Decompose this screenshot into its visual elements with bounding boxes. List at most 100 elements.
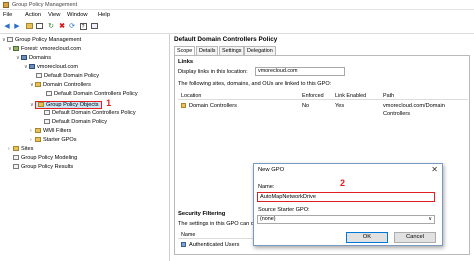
menu-window[interactable]: Window xyxy=(67,12,88,18)
row-path: vmorecloud.com/Domain Controllers xyxy=(383,103,445,117)
starter-gpo-value: (none) xyxy=(260,216,276,222)
annotation-number-2: 2 xyxy=(340,178,346,188)
col-link-enabled[interactable]: Link Enabled xyxy=(335,92,366,100)
tree-modeling[interactable]: Group Policy Modeling xyxy=(13,154,77,162)
gpo-title: Default Domain Controllers Policy xyxy=(174,36,278,43)
back-icon[interactable]: ◀ xyxy=(3,23,11,31)
tree-forest[interactable]: ∨ Forest: vmorecloud.com xyxy=(8,45,81,53)
properties-icon[interactable] xyxy=(90,23,98,31)
selected-node-highlight[interactable]: Group Policy Objects xyxy=(35,101,102,109)
tab-details[interactable]: Details xyxy=(196,46,219,55)
up-folder-icon[interactable] xyxy=(25,23,33,31)
display-links-label: Display links in this location: xyxy=(178,69,248,75)
tree-default-domain-policy-label: Default Domain Policy xyxy=(44,73,100,79)
folder-icon xyxy=(35,137,41,142)
console-tree: ∨ Group Policy Management ∨ Forest: vmorec… xyxy=(0,34,170,261)
help-icon[interactable]: ? xyxy=(79,23,87,31)
menu-action[interactable]: Action xyxy=(25,12,41,18)
gpo-name-value: AutoMapNetworkDrive xyxy=(260,194,316,200)
gpmc-app-icon xyxy=(3,2,9,8)
tree-sites-label: Sites xyxy=(21,146,34,152)
tree-domain[interactable]: ∨ vmorecloud.com xyxy=(24,63,78,71)
menu-help[interactable]: Help xyxy=(98,12,110,18)
display-links-select[interactable]: vmorecloud.com xyxy=(255,67,345,76)
tree-gpo-domain-policy-label: Default Domain Policy xyxy=(52,119,108,125)
folder-icon xyxy=(38,102,44,107)
row-location: Domain Controllers xyxy=(189,103,237,109)
security-table-header: Name xyxy=(178,231,254,239)
dialog-title: New GPO xyxy=(258,167,285,173)
security-filtering-heading: Security Filtering xyxy=(178,211,226,217)
results-icon xyxy=(13,164,19,169)
linked-text: The following sites, domains, and OUs ar… xyxy=(178,81,332,87)
forward-icon[interactable]: ▶ xyxy=(13,23,21,31)
title-bar: Group Policy Management xyxy=(0,0,474,10)
gpmc-icon xyxy=(7,37,13,42)
tree-forest-label: Forest: vmorecloud.com xyxy=(21,46,81,52)
tree-sites[interactable]: › Sites xyxy=(8,145,33,153)
ok-button[interactable]: OK xyxy=(346,232,388,243)
col-location[interactable]: Location xyxy=(181,92,201,100)
tree-results-label: Group Policy Results xyxy=(21,164,74,170)
gpo-name-input[interactable]: AutoMapNetworkDrive xyxy=(257,192,435,202)
links-table-header: Location Enforced Link Enabled Path xyxy=(178,92,468,100)
gpo-link-icon xyxy=(36,73,42,78)
menu-file[interactable]: File xyxy=(3,12,12,18)
tree-group-policy-objects[interactable]: ∨ Group Policy Objects 1 xyxy=(30,98,112,109)
tree-gpo-dc-policy[interactable]: Default Domain Controllers Policy xyxy=(44,109,136,117)
tab-delegation[interactable]: Delegation xyxy=(244,46,276,55)
tree-starter-gpos[interactable]: › Starter GPOs xyxy=(30,136,77,144)
col-path[interactable]: Path xyxy=(383,92,394,100)
tree-results[interactable]: Group Policy Results xyxy=(13,163,73,171)
gpo-icon xyxy=(44,119,50,124)
gpo-icon xyxy=(44,110,50,115)
cancel-button[interactable]: Cancel xyxy=(394,232,436,243)
annotation-number-1: 1 xyxy=(106,98,112,108)
ou-icon xyxy=(35,82,41,87)
tree-modeling-label: Group Policy Modeling xyxy=(21,155,78,161)
starter-gpo-select[interactable]: (none) ∨ xyxy=(257,215,435,224)
display-links-value: vmorecloud.com xyxy=(258,68,298,74)
tree-root[interactable]: ∨ Group Policy Management xyxy=(2,36,81,44)
sites-icon xyxy=(13,146,19,151)
domain-icon xyxy=(29,64,35,69)
tree-starter-gpos-label: Starter GPOs xyxy=(43,137,77,143)
new-gpo-dialog: New GPO ✕ Name: 2 AutoMapNetworkDrive So… xyxy=(253,163,443,246)
toolbar: ◀ ▶ ↻ ✖ ⟳ ? xyxy=(0,20,474,34)
col-name[interactable]: Name xyxy=(181,231,195,239)
refresh-view-icon[interactable]: ⟳ xyxy=(68,23,76,31)
list-item[interactable]: Authenticated Users xyxy=(178,241,254,249)
links-heading: Links xyxy=(178,59,194,65)
menu-view[interactable]: View xyxy=(48,12,60,18)
tree-domain-label: vmorecloud.com xyxy=(37,64,79,70)
row-enforced: No xyxy=(302,103,310,109)
tree-domain-controllers-label: Domain Controllers xyxy=(43,82,91,88)
tree-wmi-filters-label: WMI Filters xyxy=(43,128,72,134)
folder-icon xyxy=(35,128,41,133)
tree-gpo-folder-label: Group Policy Objects xyxy=(46,102,99,108)
delete-icon[interactable]: ✖ xyxy=(58,23,66,31)
security-row-name: Authenticated Users xyxy=(189,242,240,248)
window-title: Group Policy Management xyxy=(12,2,78,8)
table-row[interactable]: Domain Controllers No Yes vmorecloud.com… xyxy=(178,102,468,117)
tree-gpo-domain-policy[interactable]: Default Domain Policy xyxy=(44,118,107,126)
user-group-icon xyxy=(181,242,186,247)
tree-wmi-filters[interactable]: › WMI Filters xyxy=(30,127,71,135)
tab-scope[interactable]: Scope xyxy=(174,46,196,55)
tree-default-dc-policy-link[interactable]: Default Domain Controllers Policy xyxy=(46,90,138,98)
tree-root-label: Group Policy Management xyxy=(15,37,82,43)
close-icon[interactable]: ✕ xyxy=(431,165,438,174)
tab-settings[interactable]: Settings xyxy=(219,46,245,55)
tree-domains[interactable]: ∨ Domains xyxy=(16,54,51,62)
col-enforced[interactable]: Enforced xyxy=(302,92,324,100)
starter-gpo-label: Source Starter GPO: xyxy=(258,207,310,213)
ou-icon xyxy=(181,103,186,108)
gpo-link-icon xyxy=(46,91,52,96)
refresh-icon[interactable]: ↻ xyxy=(47,23,55,31)
tree-domain-controllers[interactable]: ∨ Domain Controllers xyxy=(30,81,91,89)
show-hide-tree-icon[interactable] xyxy=(35,23,43,31)
chevron-down-icon[interactable]: ∨ xyxy=(428,216,432,223)
tree-domains-label: Domains xyxy=(29,55,52,61)
security-text: The settings in this GPO can onl xyxy=(178,221,259,227)
tree-default-domain-policy-link[interactable]: Default Domain Policy xyxy=(36,72,99,80)
